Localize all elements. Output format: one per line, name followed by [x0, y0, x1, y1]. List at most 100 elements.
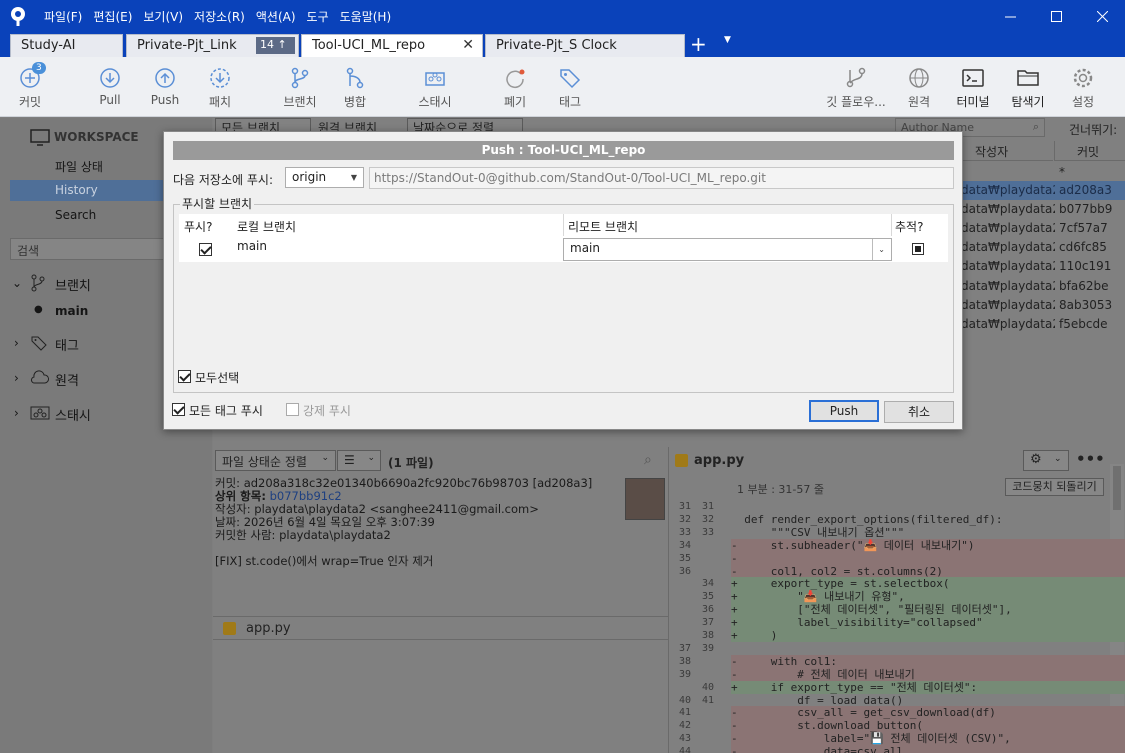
remote-branch-column-header: 리모트 브랜치 — [568, 220, 639, 234]
explorer-button[interactable]: 탐색기 — [998, 57, 1058, 117]
push-button[interactable]: Push — [135, 57, 195, 117]
tab-label: Private-Pjt_Link — [137, 38, 237, 53]
parent-hash-link[interactable]: b077bb91c2 — [270, 489, 342, 503]
merge-button[interactable]: 병합 — [325, 57, 385, 117]
diff-line — [731, 500, 1125, 513]
branch-button[interactable]: 브랜치 — [270, 57, 330, 117]
push-all-tags-label[interactable]: 모든 태그 푸시 — [189, 402, 263, 419]
branches-heading[interactable]: 브랜치 — [55, 275, 91, 294]
file-row[interactable]: app.py — [213, 616, 668, 640]
close-window-button[interactable] — [1079, 0, 1125, 32]
cancel-button[interactable]: 취소 — [884, 401, 954, 423]
commit-hash: bfa62be — [1059, 278, 1109, 293]
menu-view[interactable]: 보기(V) — [143, 8, 183, 25]
diff-line: + ) — [731, 629, 1125, 642]
sidebar-item-file-status[interactable]: 파일 상태 — [55, 158, 103, 175]
diff-line: - st.subheader("📥 데이터 내보내기") — [731, 538, 1125, 552]
file-name: app.py — [246, 621, 291, 636]
sourcetree-logo-icon — [11, 7, 25, 26]
stashes-heading[interactable]: 스태시 — [55, 405, 91, 424]
tags-expand-chevron-icon[interactable]: › — [14, 336, 19, 350]
chevron-down-icon: ▼ — [350, 173, 357, 182]
sidebar-item-search[interactable]: Search — [55, 208, 96, 222]
search-icon[interactable]: ⌕ — [644, 452, 652, 468]
settings-button[interactable]: 설정 — [1053, 57, 1113, 117]
menu-actions[interactable]: 액션(A) — [256, 8, 296, 25]
stash-button[interactable]: 스태시 — [405, 57, 465, 117]
diff-line: - data=csv_all, — [731, 745, 1125, 753]
menu-help[interactable]: 도움말(H) — [340, 8, 392, 25]
remote-branch-select[interactable]: main ⌄ — [563, 238, 892, 261]
diff-line: - col1, col2 = st.columns(2) — [731, 564, 1125, 578]
committer-line: 커밋한 사람: playdata\playdata2 — [215, 528, 391, 542]
track-checkbox[interactable] — [912, 243, 924, 255]
local-branch-column-header: 로컬 브랜치 — [237, 220, 297, 234]
view-mode-dropdown[interactable]: ☰ ⌄ — [337, 450, 381, 471]
tag-button[interactable]: 태그 — [540, 57, 600, 117]
select-all-checkbox[interactable] — [178, 370, 191, 383]
tab-private-pjt-s-clock[interactable]: Private-Pjt_S Clock — [485, 34, 685, 57]
commit-row[interactable]: data₩playdata2 · f5ebcde — [953, 315, 1125, 334]
fetch-button[interactable]: 패치 — [190, 57, 250, 117]
commit-row[interactable]: data₩playdata2 ad208a3 — [953, 181, 1125, 200]
file-sort-label: 파일 상태순 정렬 — [222, 455, 307, 469]
force-push-checkbox[interactable] — [286, 403, 299, 416]
diff-line: df = load_data() — [731, 693, 904, 707]
git-flow-button[interactable]: 깃 플로우... — [826, 57, 886, 117]
branches-expand-chevron-icon[interactable]: ⌄ — [12, 276, 22, 290]
old-line-number: 32 — [678, 513, 691, 525]
tags-heading[interactable]: 태그 — [55, 335, 79, 354]
minimize-button[interactable] — [987, 0, 1033, 32]
new-line-number: 32 — [701, 513, 714, 525]
remote-select[interactable]: origin ▼ — [285, 167, 364, 188]
commit-hash: f5ebcde — [1059, 316, 1108, 331]
menu-file[interactable]: 파일(F) — [44, 8, 82, 25]
remote-button[interactable]: 원격 — [889, 57, 949, 117]
terminal-button[interactable]: 터미널 — [943, 57, 1003, 117]
chevron-down-icon: ⌄ — [321, 453, 329, 463]
tab-close-icon[interactable]: ✕ — [462, 37, 474, 53]
commit-button[interactable]: 3 커밋 — [0, 57, 60, 117]
pull-button[interactable]: Pull — [80, 57, 140, 117]
commit-row[interactable]: data₩playdata2 · bfa62be — [953, 277, 1125, 296]
menu-repository[interactable]: 저장소(R) — [194, 8, 245, 25]
tag-label: 태그 — [558, 95, 582, 109]
stashes-expand-chevron-icon[interactable]: › — [14, 406, 19, 420]
commit-row[interactable]: data₩playdata2 · 110c191 — [953, 257, 1125, 276]
local-branch-name: main — [237, 239, 267, 253]
pull-arrow-icon — [100, 68, 120, 88]
commit-row[interactable]: data₩playdata2 · 7cf57a7 — [953, 219, 1125, 238]
commit-row[interactable]: data₩playdata2 · cd6fc85 — [953, 238, 1125, 257]
more-options-icon[interactable]: ••• — [1076, 450, 1105, 468]
remotes-expand-chevron-icon[interactable]: › — [14, 371, 19, 385]
push-branch-checkbox[interactable] — [199, 243, 212, 256]
diff-options-button[interactable]: ⚙ ⌄ — [1023, 450, 1069, 471]
remotes-heading[interactable]: 원격 — [55, 370, 79, 389]
author-column-header[interactable]: 작성자 — [953, 141, 1053, 161]
tab-list-chevron-icon[interactable]: ▼ — [724, 35, 731, 45]
select-all-label[interactable]: 모두선택 — [195, 369, 239, 386]
tab-tool-uci-ml-repo[interactable]: Tool-UCI_ML_repo ✕ — [301, 34, 483, 57]
file-sort-dropdown[interactable]: 파일 상태순 정렬 ⌄ — [215, 450, 336, 471]
commit-column-header[interactable]: 커밋 — [1054, 141, 1125, 161]
terminal-label: 터미널 — [956, 95, 990, 109]
commit-row[interactable]: data₩playdata2 · b077bb9 — [953, 200, 1125, 219]
remote-label: 원격 — [907, 95, 931, 109]
old-line-number: 31 — [678, 501, 691, 512]
push-all-tags-checkbox[interactable] — [172, 403, 185, 416]
push-confirm-button[interactable]: Push — [809, 400, 879, 422]
menu-edit[interactable]: 편집(E) — [93, 8, 132, 25]
force-push-label[interactable]: 강제 푸시 — [303, 402, 351, 419]
branch-main[interactable]: main — [55, 304, 88, 318]
maximize-button[interactable] — [1033, 0, 1079, 32]
menu-tools[interactable]: 도구 — [307, 8, 329, 25]
diff-line: - csv_all = get_csv_download(df) — [731, 706, 1125, 720]
revert-hunk-button[interactable]: 코드뭉치 되돌리기 — [1005, 478, 1104, 496]
dropdown-divider — [872, 239, 873, 260]
discard-button[interactable]: 폐기 — [485, 57, 545, 117]
commit-header-label: 커밋 — [1077, 145, 1100, 159]
commit-row[interactable]: data₩playdata2 · 8ab3053 — [953, 296, 1125, 315]
add-tab-icon[interactable]: + — [690, 33, 707, 55]
tab-study-ai[interactable]: Study-AI — [10, 34, 123, 57]
tab-private-pjt-link[interactable]: Private-Pjt_Link 14 ↑ — [126, 34, 299, 57]
